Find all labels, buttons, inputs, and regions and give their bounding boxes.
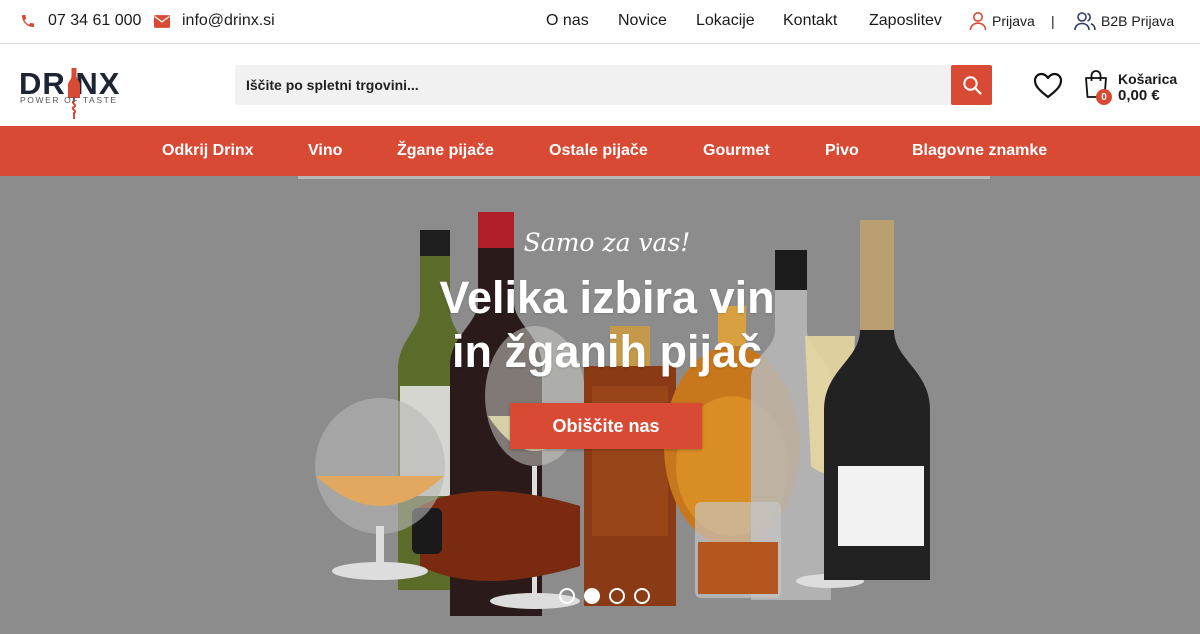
- b2b-login-link[interactable]: B2B Prijava: [1101, 0, 1174, 42]
- hero-top-divider: [298, 176, 990, 179]
- phone-number[interactable]: 07 34 61 000: [48, 0, 141, 42]
- nav-vino[interactable]: Vino: [308, 126, 342, 176]
- topnav-kontakt[interactable]: Kontakt: [783, 12, 837, 30]
- topnav-novice[interactable]: Novice: [618, 12, 667, 30]
- hero-tagline: Samo za vas!: [523, 228, 691, 257]
- slider-dot-3[interactable]: [609, 588, 625, 604]
- site-header: DR NX POWER OF TASTE 0 Košarica 0,00 €: [0, 44, 1200, 126]
- search-input[interactable]: [235, 65, 951, 105]
- search-button[interactable]: [951, 65, 992, 105]
- nav-pivo[interactable]: Pivo: [825, 126, 859, 176]
- login-separator: |: [1051, 13, 1055, 29]
- drinx-logo[interactable]: DR NX POWER OF TASTE: [19, 66, 134, 119]
- nav-zgane-pijace[interactable]: Žgane pijače: [397, 126, 494, 176]
- logo-tagline: POWER OF TASTE: [20, 95, 118, 105]
- topnav-zaposlitev[interactable]: Zaposlitev: [869, 12, 942, 30]
- topnav-o-nas[interactable]: O nas: [546, 12, 589, 30]
- hero-slider: Samo za vas! Velika izbira vin in žganih…: [0, 176, 1200, 634]
- slider-dot-4[interactable]: [634, 588, 650, 604]
- search-icon: [962, 76, 982, 95]
- email-link[interactable]: info@drinx.si: [182, 0, 275, 42]
- user-icon[interactable]: [969, 0, 987, 42]
- b2b-users-icon[interactable]: [1074, 0, 1096, 42]
- slider-dots: [559, 588, 650, 604]
- nav-ostale-pijace[interactable]: Ostale pijače: [549, 126, 648, 176]
- heart-icon[interactable]: [1033, 72, 1063, 99]
- cart-total: 0,00 €: [1118, 87, 1160, 104]
- nav-odkrij-drinx[interactable]: Odkrij Drinx: [162, 126, 254, 176]
- hero-headline-line-2: in žganih pijač: [451, 326, 763, 377]
- slider-dot-1[interactable]: [559, 588, 575, 604]
- login-link[interactable]: Prijava: [992, 0, 1035, 42]
- cart-count-badge: 0: [1096, 89, 1112, 105]
- nav-blagovne-znamke[interactable]: Blagovne znamke: [912, 126, 1047, 176]
- phone-icon: [20, 0, 36, 42]
- hero-cta-button[interactable]: Obiščite nas: [510, 403, 702, 449]
- logo-bottle-icon: [68, 68, 80, 119]
- mail-icon: [154, 0, 170, 42]
- slider-dot-2[interactable]: [584, 588, 600, 604]
- main-nav: Odkrij Drinx Vino Žgane pijače Ostale pi…: [0, 126, 1200, 176]
- nav-gourmet[interactable]: Gourmet: [703, 126, 770, 176]
- search-bar: [235, 65, 992, 105]
- cart-label[interactable]: Košarica: [1118, 71, 1177, 87]
- top-bar: 07 34 61 000 info@drinx.si O nas Novice …: [0, 0, 1200, 44]
- topnav-lokacije[interactable]: Lokacije: [696, 12, 755, 30]
- hero-headline-line-1: Velika izbira vin: [439, 272, 775, 323]
